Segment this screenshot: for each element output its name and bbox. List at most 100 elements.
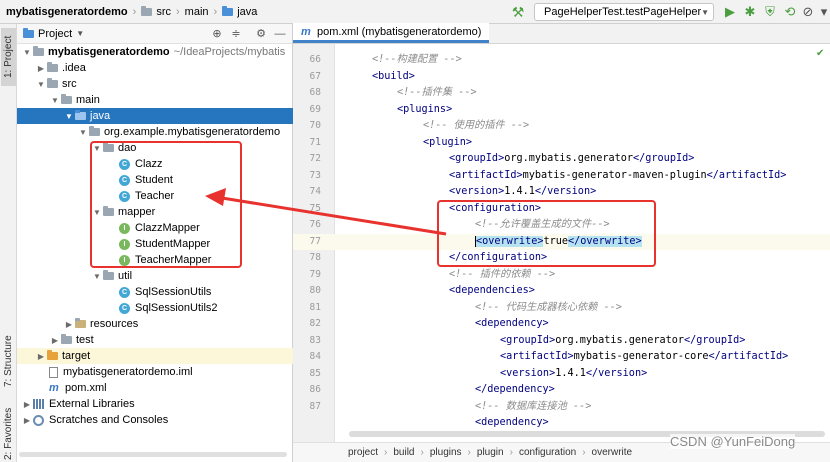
breadcrumb-item[interactable]: configuration (519, 447, 576, 458)
tab-pom-xml[interactable]: m pom.xml (mybatisgeneratordemo) (293, 23, 490, 43)
xml-tag: <dependency> (475, 417, 549, 428)
line-number: 80 (309, 285, 321, 296)
line-number: 68 (309, 87, 321, 98)
tool-window-structure[interactable]: 7: Structure (1, 324, 16, 398)
tree-item-external-libraries[interactable]: ▶ External Libraries (17, 396, 293, 412)
line-number: 78 (309, 252, 321, 263)
tree-item-package[interactable]: ▼ org.example.mybatisgeneratordemo (17, 124, 293, 140)
xml-tag: <artifactId> (449, 169, 523, 181)
tree-item-clazz-mapper[interactable]: I ClazzMapper (17, 220, 293, 236)
xml-tag: </groupId> (633, 153, 695, 164)
tree-item-student[interactable]: C Student (17, 172, 293, 188)
breadcrumb-item[interactable]: plugin (477, 447, 504, 458)
line-number: 79 (309, 268, 321, 280)
code-line: <!--允许覆盖生成的文件--> (335, 217, 830, 234)
code-line: <!--插件集 --> (335, 85, 830, 102)
breadcrumb-item[interactable]: build (393, 447, 414, 458)
breadcrumb-item[interactable]: project (348, 447, 378, 458)
tree-item-idea[interactable]: ▶ .idea (17, 60, 293, 76)
xml-tag-highlighted: <overwrite> (475, 235, 544, 247)
line-number: 66 (309, 54, 321, 65)
tool-window-favorites[interactable]: 2: Favorites (1, 406, 16, 462)
collapse-all-icon[interactable]: ≑ (228, 26, 244, 42)
profile-icon[interactable]: ⟲ (782, 4, 798, 20)
gear-icon[interactable]: ⚙ (253, 26, 269, 42)
code-line: <!-- 插件的依赖 --> (335, 267, 830, 284)
tree-item-target[interactable]: ▶ target (17, 348, 293, 364)
inspection-ok-icon[interactable]: ✔ (816, 48, 824, 59)
xml-tag: <version> (449, 186, 505, 197)
tree-item-java[interactable]: ▼ java (17, 108, 293, 124)
chevron-right-icon: ▶ (23, 415, 31, 425)
locate-icon[interactable]: ⊕ (209, 26, 225, 42)
tree-item-dao[interactable]: ▼ dao (17, 140, 293, 156)
chevron-down-icon: ▼ (65, 111, 73, 121)
tree-item-teacher[interactable]: C Teacher (17, 188, 293, 204)
code-line: <dependency> (335, 415, 830, 432)
stop-icon[interactable]: ⊘ (800, 4, 816, 20)
chevron-right-icon: › (213, 5, 218, 18)
tool-window-project[interactable]: 1: Project (1, 28, 16, 86)
line-number: 69 (309, 103, 321, 115)
build-hammer-icon[interactable]: ⚒ (510, 4, 526, 20)
code-editor[interactable]: <!--构建配置 --> <build> <!--插件集 --> <plugin… (335, 44, 830, 442)
breadcrumb-item[interactable]: overwrite (592, 447, 633, 458)
tree-item-clazz[interactable]: C Clazz (17, 156, 293, 172)
line-number: 86 (309, 384, 321, 395)
tree-item-resources[interactable]: ▶ resources (17, 316, 293, 332)
interface-icon: I (119, 254, 130, 266)
run-configuration-select[interactable]: PageHelperTest.testPageHelper ▼ (534, 3, 714, 21)
xml-tag: </version> (534, 186, 597, 197)
tree-item-student-label: Student (135, 174, 173, 186)
tree-item-main[interactable]: ▼ main (17, 92, 293, 108)
tree-item-iml[interactable]: mybatisgeneratordemo.iml (17, 364, 293, 380)
code-line: <groupId>org.mybatis.generator</groupId> (335, 151, 830, 168)
tree-item-util[interactable]: ▼ util (17, 268, 293, 284)
run-icon[interactable]: ▶ (722, 4, 738, 20)
xml-tag: <plugin> (423, 136, 473, 148)
debug-icon[interactable]: ✱ (742, 4, 758, 20)
code-line: <version>1.4.1</version> (335, 366, 830, 383)
tree-item-package-label: org.example.mybatisgeneratordemo (104, 126, 281, 138)
coverage-icon[interactable]: ⛨ (762, 4, 778, 20)
breadcrumb-src[interactable]: src (141, 0, 171, 24)
tree-item-teacher-mapper[interactable]: I TeacherMapper (17, 252, 293, 268)
folder-icon (61, 334, 72, 344)
xml-text: mybatis-generator-core (573, 351, 709, 362)
tree-item-sql-session-utils[interactable]: C SqlSessionUtils (17, 284, 293, 300)
tree-item-root[interactable]: ▼ mybatisgeneratordemo ~/IdeaProjects/my… (17, 44, 293, 60)
folder-icon (47, 78, 58, 88)
tree-item-scratches[interactable]: ▶ Scratches and Consoles (17, 412, 293, 428)
more-icon[interactable]: ▾ (816, 4, 830, 20)
tool-window-favorites-label: 2: Favorites (3, 407, 14, 461)
code-line: <artifactId>mybatis-generator-core</arti… (335, 349, 830, 366)
tree-item-mapper[interactable]: ▼ mapper (17, 204, 293, 220)
project-panel-header: Project ▼ ⊕ ≑ ⚙ — (17, 24, 292, 44)
module-file-icon (49, 366, 58, 378)
breadcrumb-project[interactable]: mybatisgeneratordemo (6, 0, 128, 24)
tree-item-test[interactable]: ▶ test (17, 332, 293, 348)
project-view-select[interactable]: Project ▼ (23, 27, 84, 40)
breadcrumb-java[interactable]: java (222, 0, 257, 24)
breadcrumb-project-label: mybatisgeneratordemo (6, 5, 128, 18)
horizontal-scrollbar[interactable] (19, 452, 287, 457)
project-icon (23, 27, 34, 38)
tree-item-sql-session-utils2[interactable]: C SqlSessionUtils2 (17, 300, 293, 316)
chevron-down-icon: ▼ (51, 95, 59, 105)
tree-item-student-mapper[interactable]: I StudentMapper (17, 236, 293, 252)
tree-item-clazz-label: Clazz (135, 158, 163, 170)
tree-item-src[interactable]: ▼ src (17, 76, 293, 92)
tree-item-idea-label: .idea (62, 62, 86, 74)
breadcrumb-item[interactable]: plugins (430, 447, 462, 458)
tree-item-iml-label: mybatisgeneratordemo.iml (63, 366, 193, 378)
hide-icon[interactable]: — (272, 26, 288, 42)
package-icon (103, 270, 114, 280)
run-configuration-label: PageHelperTest.testPageHelper (544, 6, 702, 18)
xml-tag: </artifactId> (706, 169, 787, 181)
tree-item-pom[interactable]: m pom.xml (17, 380, 293, 396)
breadcrumb-java-label: java (237, 5, 258, 18)
tree-item-java-label: java (90, 110, 111, 122)
watermark: CSDN @YunFeiDong (670, 434, 796, 449)
breadcrumb-main[interactable]: main (185, 0, 209, 24)
code-line: <!-- 代码生成器核心依赖 --> (335, 300, 830, 317)
